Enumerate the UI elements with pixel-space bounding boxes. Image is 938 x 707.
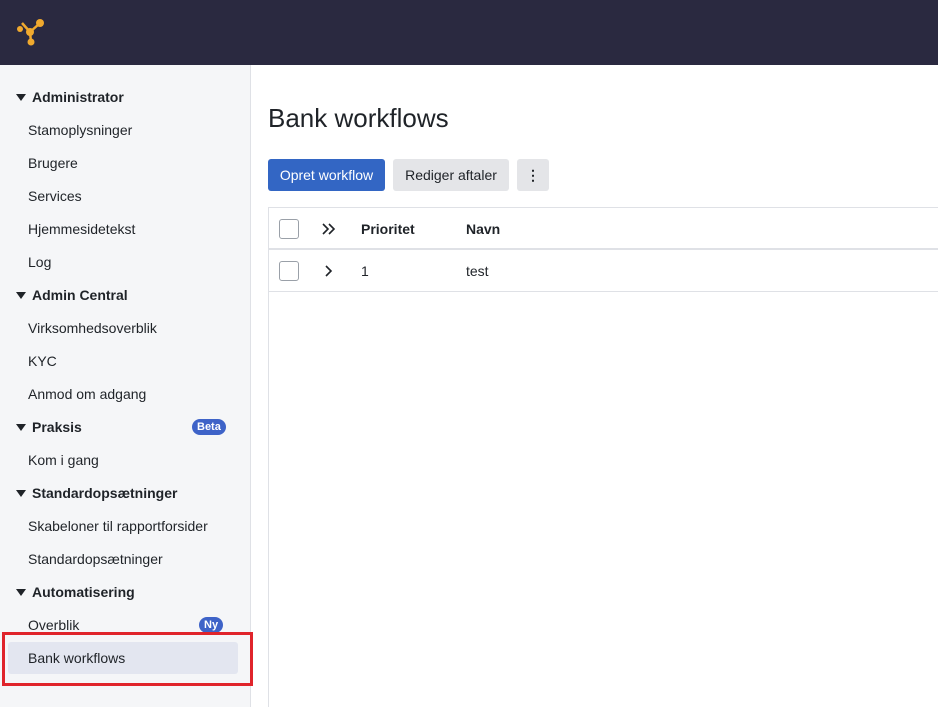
sidebar-group-label: Automatisering (32, 584, 135, 600)
sidebar-group-automatisering[interactable]: Automatisering (16, 582, 135, 602)
table-row[interactable]: 1 test (269, 250, 938, 292)
caret-down-icon (16, 588, 26, 596)
sidebar-item-brugere[interactable]: Brugere (8, 147, 238, 179)
workflows-table: Prioritet Navn 1 test (268, 207, 938, 707)
top-bar (0, 0, 938, 65)
sidebar-group-standardopsaetninger[interactable]: Standardopsætninger (16, 483, 177, 503)
create-workflow-button[interactable]: Opret workflow (268, 159, 385, 191)
sidebar-group-label: Standardopsætninger (32, 485, 178, 501)
sidebar-item-kom-i-gang[interactable]: Kom i gang (8, 444, 238, 476)
cell-name: test (466, 263, 489, 279)
sidebar-item-hjemmesidetekst[interactable]: Hjemmesidetekst (8, 213, 238, 245)
table-header: Prioritet Navn (269, 208, 938, 250)
column-header-navn[interactable]: Navn (466, 208, 500, 250)
column-header-prioritet[interactable]: Prioritet (361, 208, 415, 250)
caret-down-icon (16, 489, 26, 497)
sidebar-item-standardopsaetninger[interactable]: Standardopsætninger (8, 543, 238, 575)
sidebar-item-virksomhedsoverblik[interactable]: Virksomhedsoverblik (8, 312, 238, 344)
sidebar-item-stamoplysninger[interactable]: Stamoplysninger (8, 114, 238, 146)
sidebar-group-label: Administrator (32, 89, 124, 105)
sidebar-item-services[interactable]: Services (8, 180, 238, 212)
sidebar-group-admin-central[interactable]: Admin Central (16, 285, 128, 305)
sidebar-item-bank-workflows[interactable]: Bank workflows (8, 642, 238, 674)
logo-icon[interactable] (14, 15, 48, 49)
row-checkbox[interactable] (279, 261, 299, 281)
sidebar-item-log[interactable]: Log (8, 246, 238, 278)
beta-badge: Beta (192, 419, 226, 435)
more-options-button[interactable]: ⋮ (517, 159, 549, 191)
sidebar-group-administrator[interactable]: Administrator (16, 87, 124, 107)
sidebar: Administrator Stamoplysninger Brugere Se… (0, 65, 251, 707)
edit-agreements-button[interactable]: Rediger aftaler (393, 159, 509, 191)
expand-all-icon[interactable] (319, 219, 339, 239)
main-content: Bank workflows Opret workflow Rediger af… (252, 65, 938, 707)
sidebar-item-anmod-om-adgang[interactable]: Anmod om adgang (8, 378, 238, 410)
caret-down-icon (16, 423, 26, 431)
sidebar-item-kyc[interactable]: KYC (8, 345, 238, 377)
sidebar-group-label: Praksis (32, 419, 82, 435)
new-badge: Ny (199, 617, 224, 633)
select-all-checkbox[interactable] (279, 219, 299, 239)
sidebar-item-skabeloner[interactable]: Skabeloner til rapportforsider (8, 510, 238, 542)
caret-down-icon (16, 93, 26, 101)
sidebar-group-praksis[interactable]: Praksis (16, 417, 82, 437)
chevron-right-icon[interactable] (319, 261, 339, 281)
page-title: Bank workflows (268, 103, 449, 133)
sidebar-group-label: Admin Central (32, 287, 128, 303)
caret-down-icon (16, 291, 26, 299)
cell-priority: 1 (361, 263, 369, 279)
